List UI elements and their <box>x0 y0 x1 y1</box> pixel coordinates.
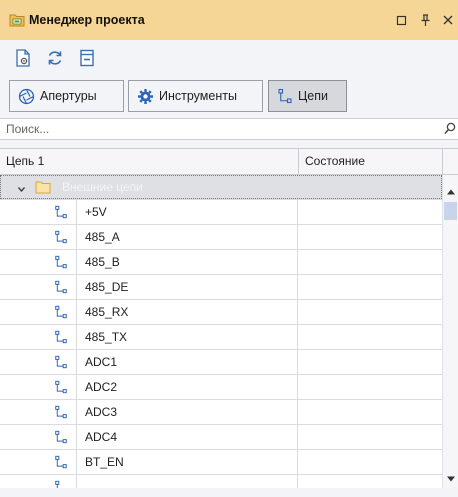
table-row[interactable]: ADC3 <box>0 400 442 425</box>
scroll-up-icon[interactable] <box>446 185 456 195</box>
restore-button[interactable] <box>393 12 409 28</box>
net-name-cell: ADC3 <box>76 400 298 424</box>
net-icon <box>54 355 68 369</box>
table-row[interactable]: +5V <box>0 200 442 225</box>
column-header-net[interactable]: Цепь 1 <box>0 149 298 174</box>
net-icon <box>54 230 68 244</box>
tab-apertures[interactable]: Апертуры <box>9 80 124 112</box>
net-icon <box>54 455 68 469</box>
table-row[interactable]: ADC4 <box>0 425 442 450</box>
net-name-cell: 485_B <box>76 250 298 274</box>
chevron-down-icon[interactable] <box>17 183 26 193</box>
net-icon <box>54 380 68 394</box>
net-name-cell: ADC1 <box>76 350 298 374</box>
net-name-cell: 485_RX <box>76 300 298 324</box>
collapse-icon[interactable] <box>78 49 96 67</box>
folder-icon <box>35 180 51 194</box>
net-icon <box>54 305 68 319</box>
search-input[interactable] <box>0 119 440 139</box>
net-name-cell: ADC2 <box>76 375 298 399</box>
aperture-icon <box>18 88 35 104</box>
nets-grid: Цепь 1 Состояние Внешние цепи +5V 485_A … <box>0 148 458 488</box>
panel-footer <box>0 488 458 497</box>
gear-icon <box>138 88 153 104</box>
project-folder-icon <box>9 13 25 27</box>
grid-header: Цепь 1 Состояние <box>0 149 458 175</box>
net-name-cell: ADC4 <box>76 425 298 449</box>
window-title: Менеджер проекта <box>29 13 145 27</box>
net-name-cell: 485_A <box>76 225 298 249</box>
net-icon <box>278 88 292 104</box>
refresh-icon[interactable] <box>46 49 64 67</box>
tab-nets[interactable]: Цепи <box>268 80 347 112</box>
category-tabs: Апертуры Инструменты Цепи <box>0 76 458 118</box>
scrollbar-thumb[interactable] <box>444 202 457 220</box>
grid-rows: Внешние цепи +5V 485_A 485_B 485_DE 485_… <box>0 175 442 488</box>
group-label: Внешние цепи <box>62 180 143 194</box>
net-name-cell <box>76 475 298 488</box>
net-icon <box>54 480 68 488</box>
net-icon <box>54 205 68 219</box>
tab-apertures-label: Апертуры <box>40 89 97 103</box>
net-icon <box>54 430 68 444</box>
tab-nets-label: Цепи <box>298 89 328 103</box>
table-row[interactable]: 485_A <box>0 225 442 250</box>
title-bar[interactable]: Менеджер проекта <box>0 0 458 40</box>
scroll-down-icon[interactable] <box>446 472 456 482</box>
search-icon[interactable] <box>444 122 456 136</box>
net-name-cell: +5V <box>76 200 298 224</box>
net-icon <box>54 255 68 269</box>
table-row-partial[interactable] <box>0 475 442 488</box>
table-row[interactable]: 485_DE <box>0 275 442 300</box>
pin-button[interactable] <box>417 12 433 28</box>
document-settings-icon[interactable] <box>14 49 32 67</box>
table-row[interactable]: ADC1 <box>0 350 442 375</box>
toolbar <box>0 40 458 76</box>
column-header-state[interactable]: Состояние <box>299 149 442 174</box>
tab-tools-label: Инструменты <box>159 89 237 103</box>
table-row[interactable]: 485_B <box>0 250 442 275</box>
table-row[interactable]: 485_RX <box>0 300 442 325</box>
search-bar <box>0 118 458 140</box>
net-name-cell: 485_TX <box>76 325 298 349</box>
net-icon <box>54 405 68 419</box>
net-name-cell: BT_EN <box>76 450 298 474</box>
net-icon <box>54 280 68 294</box>
vertical-scrollbar[interactable] <box>442 175 458 488</box>
close-button[interactable] <box>440 12 456 28</box>
net-name-cell: 485_DE <box>76 275 298 299</box>
tab-tools[interactable]: Инструменты <box>128 80 263 112</box>
net-icon <box>54 330 68 344</box>
table-row[interactable]: ADC2 <box>0 375 442 400</box>
group-row-external-nets[interactable]: Внешние цепи <box>0 175 442 200</box>
table-row[interactable]: 485_TX <box>0 325 442 350</box>
table-row[interactable]: BT_EN <box>0 450 442 475</box>
